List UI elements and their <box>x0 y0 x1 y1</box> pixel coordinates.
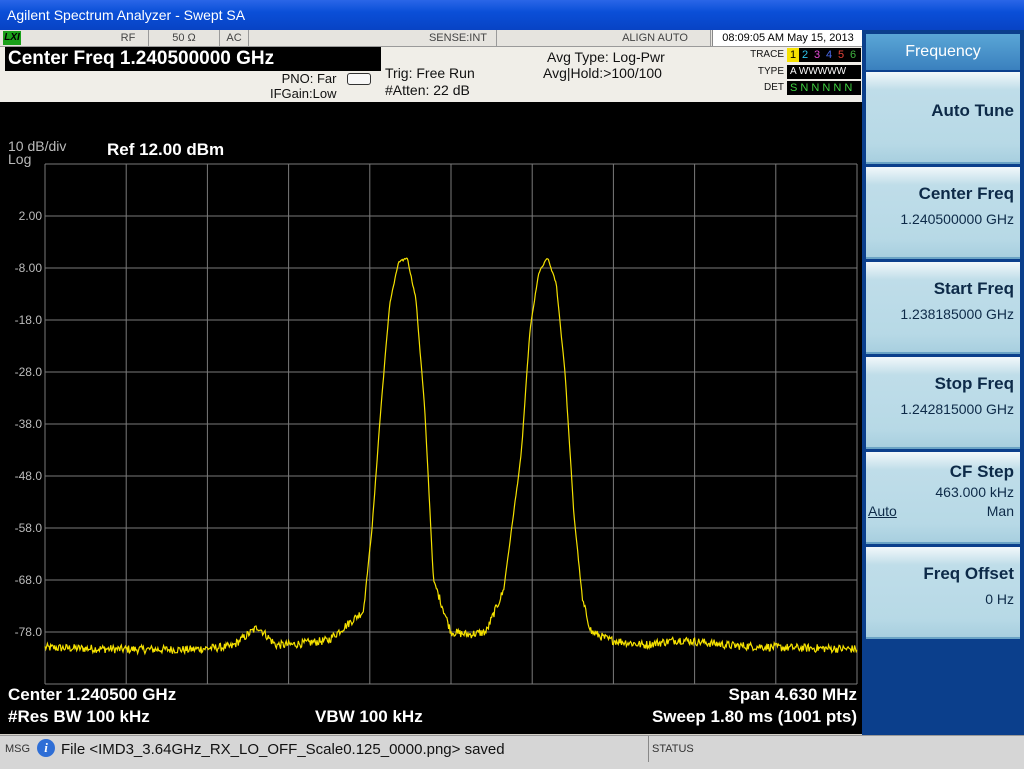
span-label: Span 4.630 MHz <box>728 685 858 704</box>
graticule <box>44 163 858 685</box>
type-value: A WWWWW <box>787 65 861 79</box>
average-info: Avg Type: Log-Pwr Avg|Hold:>100/100 <box>543 49 665 81</box>
start-freq-button[interactable]: Start Freq 1.238185000 GHz <box>866 262 1020 354</box>
avg-type-label: Avg Type: Log-Pwr <box>547 49 665 65</box>
title-bar: Agilent Spectrum Analyzer - Swept SA <box>0 0 1024 30</box>
measurement-header: Center Freq 1.240500000 GHz PNO: Far IFG… <box>0 47 862 102</box>
softkey-panel: Frequency Auto Tune Center Freq 1.240500… <box>862 30 1024 735</box>
trigger-label: Trig: Free Run <box>385 65 475 81</box>
trigger-info: Trig: Free Run #Atten: 22 dB <box>385 65 475 99</box>
stop-freq-label: Stop Freq <box>934 374 1014 393</box>
trace-label: TRACE <box>750 49 784 60</box>
trace-status: TRACE 123456 TYPE A WWWWW DET S N N N N … <box>744 47 861 99</box>
y-tick-label: -48.0 <box>14 469 42 483</box>
ref-level[interactable]: Ref 12.00 dBm <box>107 140 224 160</box>
message-text: File <IMD3_3.64GHz_RX_LO_OFF_Scale0.125_… <box>61 741 505 758</box>
y-tick-label: -8.00 <box>14 261 42 275</box>
ifgain-label: IFGain:Low <box>270 86 337 101</box>
stop-freq-value: 1.242815000 GHz <box>900 401 1014 417</box>
cf-step-auto[interactable]: Auto <box>868 503 897 519</box>
menu-title: Frequency <box>866 34 1020 70</box>
vbw-label: VBW 100 kHz <box>315 707 423 726</box>
avg-hold-label: Avg|Hold:>100/100 <box>543 65 662 81</box>
pno-label: PNO: Far <box>281 71 337 86</box>
center-freq-button[interactable]: Center Freq 1.240500000 GHz <box>866 167 1020 259</box>
y-tick-label: -28.0 <box>14 365 42 379</box>
y-tick-label: -58.0 <box>14 521 42 535</box>
trace-number-4: 4 <box>825 49 833 61</box>
center-label: Center 1.240500 GHz <box>8 685 177 704</box>
auto-tune-label: Auto Tune <box>931 101 1014 120</box>
type-label: TYPE <box>757 66 784 77</box>
y-tick-label: -78.0 <box>14 625 42 639</box>
start-freq-value: 1.238185000 GHz <box>900 306 1014 322</box>
sense-indicator: SENSE:INT <box>420 30 497 46</box>
freq-offset-label: Freq Offset <box>923 564 1014 583</box>
cf-step-value: 463.000 kHz <box>935 484 1014 500</box>
window-title: Agilent Spectrum Analyzer - Swept SA <box>7 7 246 23</box>
scale-label: 10 dB/div Log <box>8 139 66 167</box>
cf-step-button[interactable]: CF Step 463.000 kHz Auto Man <box>866 452 1020 544</box>
pno-ifgain: PNO: Far IFGain:Low <box>270 71 337 101</box>
auto-tune-button[interactable]: Auto Tune <box>866 72 1020 164</box>
trace-number-6: 6 <box>849 49 857 61</box>
start-freq-label: Start Freq <box>933 279 1014 298</box>
stop-freq-button[interactable]: Stop Freq 1.242815000 GHz <box>866 357 1020 449</box>
center-freq-label: Center Freq <box>918 184 1014 203</box>
pno-mode-icon <box>347 73 371 85</box>
freq-offset-value: 0 Hz <box>985 591 1014 607</box>
cf-step-man[interactable]: Man <box>987 503 1014 519</box>
msg-label: MSG <box>5 743 31 755</box>
det-value: S N N N N N <box>787 81 861 95</box>
sweep-label: Sweep 1.80 ms (1001 pts) <box>651 707 857 726</box>
message-bar: MSG i File <IMD3_3.64GHz_RX_LO_OFF_Scale… <box>0 735 1024 769</box>
freq-offset-button[interactable]: Freq Offset 0 Hz <box>866 547 1020 639</box>
y-tick-label: 2.00 <box>18 209 42 223</box>
lxi-icon: LXI <box>3 31 21 45</box>
info-icon: i <box>37 739 55 757</box>
impedance-indicator: 50 Ω <box>149 30 220 46</box>
atten-label: #Atten: 22 dB <box>385 82 470 98</box>
trace-numbers: 123456 <box>787 48 861 62</box>
res-bw-label: #Res BW 100 kHz <box>8 707 150 726</box>
status-label: STATUS <box>648 736 694 762</box>
scale-mode: Log <box>8 151 32 167</box>
y-tick-label: -68.0 <box>14 573 42 587</box>
y-tick-label: -38.0 <box>14 417 42 431</box>
det-label: DET <box>764 82 784 93</box>
trace-number-5: 5 <box>837 49 845 61</box>
datetime: 08:09:05 AM May 15, 2013 <box>712 30 863 46</box>
y-tick-label: -18.0 <box>14 313 42 327</box>
cf-step-label: CF Step <box>949 462 1014 481</box>
center-freq-value: 1.240500000 GHz <box>900 211 1014 227</box>
trace-number-3: 3 <box>813 49 821 61</box>
spectrum-plot[interactable]: 10 dB/div Log Ref 12.00 dBm 2.00 -8.00 -18… <box>0 102 862 734</box>
rf-indicator: RF <box>108 30 149 46</box>
coupling-indicator: AC <box>220 30 249 46</box>
center-freq-display[interactable]: Center Freq 1.240500000 GHz <box>5 47 381 71</box>
align-indicator: ALIGN AUTO <box>600 30 711 46</box>
trace-number-2: 2 <box>801 49 809 61</box>
status-strip: LXI RF 50 Ω AC SENSE:INT ALIGN AUTO 08:0… <box>0 30 863 47</box>
trace-number-1: 1 <box>787 48 799 62</box>
spectrum-chart <box>44 163 858 685</box>
